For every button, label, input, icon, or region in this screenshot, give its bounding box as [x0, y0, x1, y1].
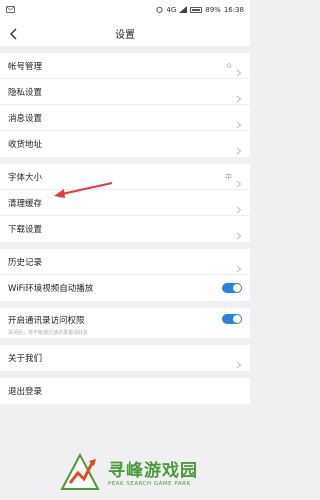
toggle-switch[interactable] [222, 314, 242, 324]
chevron-right-icon [236, 114, 242, 128]
chevron-right-icon [236, 199, 242, 213]
row-accessory [236, 88, 242, 102]
watermark-tagline: PEAK SEARCH GAME PARK [108, 480, 191, 487]
settings-group: 帐号管理 ⊙ 隐私设置消息设置收货地址 [0, 53, 250, 157]
title-bar: 设置 [0, 20, 250, 46]
chevron-right-icon [236, 225, 242, 240]
signal-icon [179, 5, 188, 15]
row-label: 关于我们 [8, 354, 43, 364]
settings-group: 退出登录 [0, 378, 250, 404]
row-text: 清理缓存 [8, 197, 42, 209]
row-accessory [222, 283, 242, 293]
toggle-switch[interactable] [222, 283, 242, 293]
network-label: 4G [166, 6, 177, 14]
chevron-right-icon [236, 62, 242, 76]
row-text: 历史记录 [8, 256, 42, 268]
watermark: 寻峰游戏园 PEAK SEARCH GAME PARK [56, 448, 246, 494]
row-label: 开启通讯录访问权限 [8, 316, 85, 326]
settings-row[interactable]: 关于我们 [0, 345, 250, 371]
row-label: 历史记录 [8, 257, 43, 268]
row-text: 字体大小 [8, 171, 42, 183]
row-text: 帐号管理 [8, 60, 42, 72]
page-title: 设置 [115, 29, 135, 41]
clock: 16:38 [223, 6, 244, 14]
row-text: 关于我们 [8, 352, 42, 364]
row-value: ⊙ [226, 61, 232, 70]
row-accessory [236, 199, 242, 213]
row-sublabel: 关闭后，将不能通过通讯录邀请好友 [8, 330, 89, 336]
back-icon[interactable] [8, 26, 20, 40]
settings-group: 关于我们 [0, 345, 250, 371]
row-text: 消息设置 [8, 112, 42, 124]
chevron-right-icon [236, 258, 242, 272]
row-accessory: 中 [225, 172, 242, 187]
row-text: 开启通讯录访问权限关闭后，将不能通过通讯录邀请好友 [8, 314, 88, 336]
row-accessory: ⊙ [226, 61, 242, 76]
row-text: 隐私设置 [8, 86, 42, 98]
watermark-text: 寻峰游戏园 PEAK SEARCH GAME PARK [108, 456, 198, 487]
battery-percent: 89% [205, 6, 221, 14]
status-bar: 4G 89% 16:38 [0, 0, 250, 20]
status-right: 4G 89% 16:38 [156, 5, 244, 15]
battery-icon [190, 7, 203, 13]
row-label: 字体大小 [8, 172, 43, 183]
settings-row[interactable]: 下载设置 [0, 216, 250, 242]
row-accessory [236, 225, 242, 240]
row-text: 下载设置 [8, 223, 42, 235]
row-text: 退出登录 [8, 385, 42, 397]
row-value: 中 [225, 172, 232, 181]
row-label: WiFi环境视频自动播放 [8, 284, 94, 294]
settings-row[interactable]: WiFi环境视频自动播放 [0, 275, 250, 301]
settings-row[interactable]: 收货地址 [0, 131, 250, 157]
row-accessory [236, 140, 242, 155]
settings-row[interactable]: 退出登录 [0, 378, 250, 404]
settings-row[interactable]: 帐号管理 ⊙ [0, 53, 250, 79]
row-accessory [236, 354, 242, 369]
settings-group: 历史记录 WiFi环境视频自动播放 [0, 249, 250, 301]
chevron-right-icon [236, 354, 242, 369]
settings-row[interactable]: 历史记录 [0, 249, 250, 275]
watermark-name: 寻峰游戏园 [108, 460, 198, 481]
row-accessory [222, 314, 242, 324]
chevron-right-icon [236, 88, 242, 102]
row-accessory [236, 114, 242, 128]
row-label: 清理缓存 [8, 198, 43, 209]
settings-row[interactable]: 字体大小 中 [0, 164, 250, 190]
settings-row[interactable]: 隐私设置 [0, 79, 250, 105]
notification-icon [6, 5, 15, 15]
watermark-logo-icon [60, 452, 100, 490]
row-text: WiFi环境视频自动播放 [8, 282, 93, 294]
row-label: 帐号管理 [8, 61, 43, 72]
settings-row[interactable]: 消息设置 [0, 105, 250, 131]
row-label: 隐私设置 [8, 87, 43, 98]
row-label: 消息设置 [8, 113, 43, 124]
row-label: 下载设置 [8, 225, 43, 235]
row-text: 收货地址 [8, 138, 42, 150]
settings-group: 开启通讯录访问权限关闭后，将不能通过通讯录邀请好友 [0, 308, 250, 338]
row-label: 退出登录 [8, 387, 43, 397]
row-label: 收货地址 [8, 140, 43, 150]
alarm-icon [156, 6, 163, 15]
settings-row[interactable]: 开启通讯录访问权限关闭后，将不能通过通讯录邀请好友 [0, 308, 250, 338]
settings-group: 字体大小 中清理缓存下载设置 [0, 164, 250, 242]
row-accessory [236, 258, 242, 272]
chevron-right-icon [236, 140, 242, 155]
settings-list: 帐号管理 ⊙ 隐私设置消息设置收货地址字体大小 中清理缓存下载设置历史记录 WiFi环境… [0, 53, 250, 404]
chevron-right-icon [236, 173, 242, 187]
settings-row[interactable]: 清理缓存 [0, 190, 250, 216]
